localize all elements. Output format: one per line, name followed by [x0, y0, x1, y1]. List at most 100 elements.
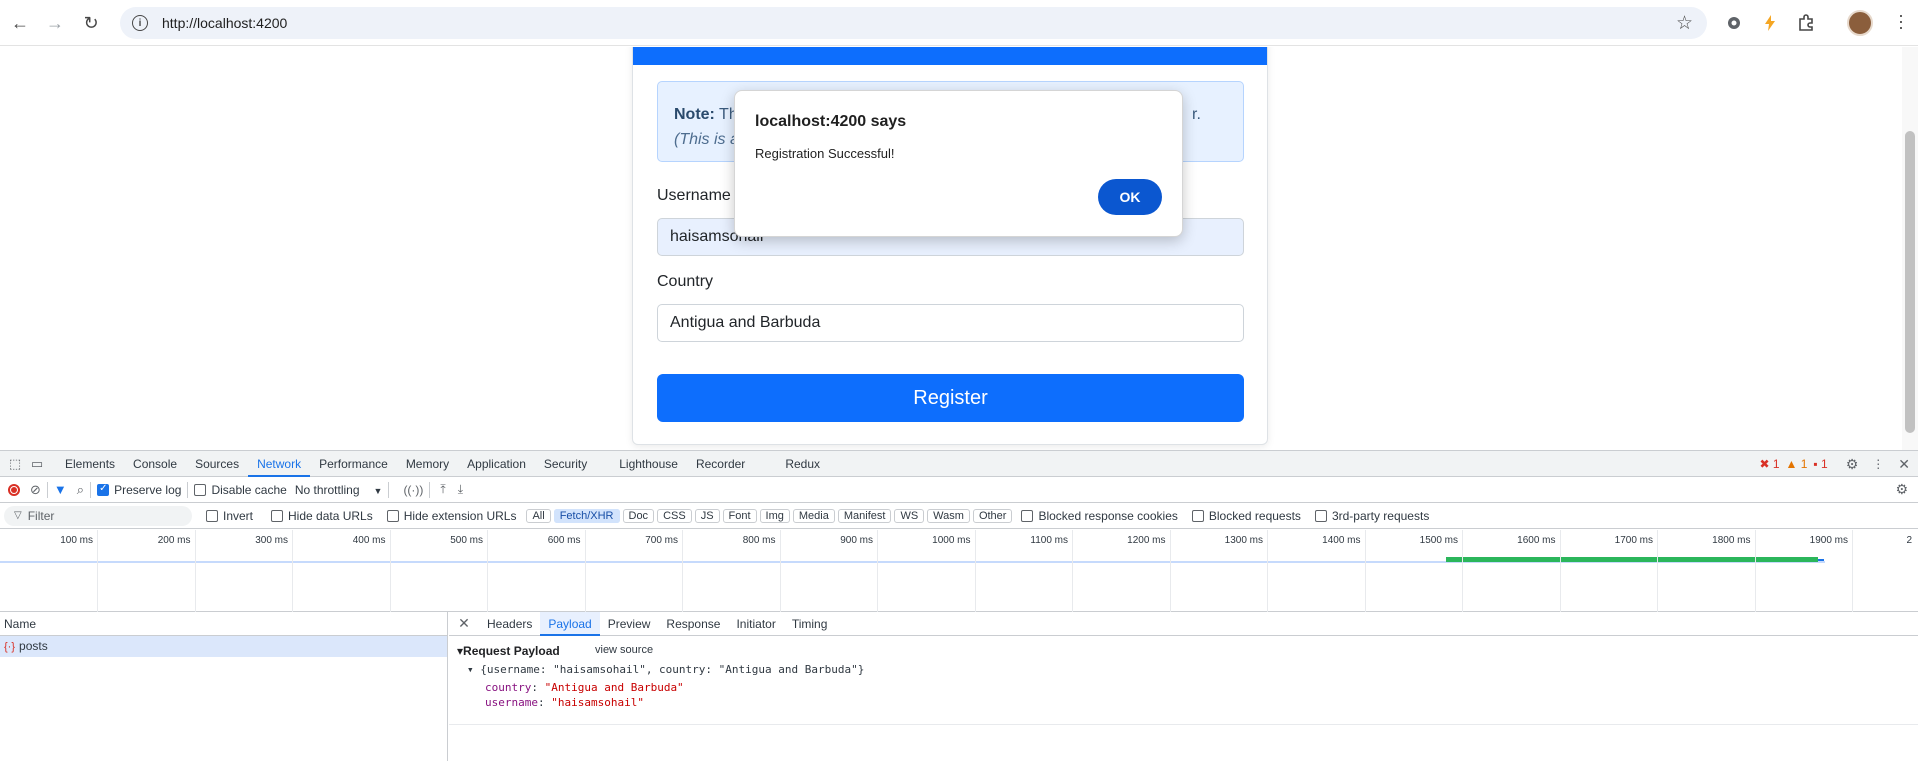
tab-network[interactable]: Network	[248, 451, 311, 477]
type-css[interactable]: CSS	[657, 508, 692, 523]
search-icon[interactable]: ⌕	[77, 482, 84, 498]
tab-headers[interactable]: Headers	[479, 612, 540, 636]
inspect-element-icon[interactable]: ⬚	[4, 451, 26, 477]
country-field[interactable]: Antigua and Barbuda	[657, 304, 1244, 342]
register-button[interactable]: Register	[657, 374, 1244, 422]
hide-extension-urls-checkbox[interactable]: Hide extension URLs	[386, 509, 516, 523]
disable-cache-checkbox[interactable]: Disable cache	[194, 483, 287, 497]
error-count[interactable]: ✖ 1	[1759, 457, 1779, 471]
tab-application[interactable]: Application	[458, 451, 535, 477]
filter-icon[interactable]: ▼	[54, 482, 67, 497]
disable-cache-box[interactable]	[194, 483, 207, 496]
record-icon[interactable]	[8, 483, 20, 496]
import-har-icon[interactable]: ⤒	[440, 482, 445, 497]
tab-security[interactable]: Security	[535, 451, 596, 477]
request-payload-header[interactable]: ▾Request Payload	[457, 644, 560, 658]
prop-key: country	[485, 681, 532, 694]
type-manifest[interactable]: Manifest	[837, 508, 892, 523]
blocked-requests-checkbox[interactable]: Blocked requests	[1191, 509, 1301, 523]
request-name: posts	[19, 639, 48, 653]
request-detail: ✕ Headers Payload Preview Response Initi…	[449, 611, 1918, 761]
info-icon[interactable]: i	[132, 15, 148, 31]
tab-sources[interactable]: Sources	[186, 451, 248, 477]
type-img[interactable]: Img	[759, 508, 790, 523]
type-ws[interactable]: WS	[894, 508, 925, 523]
hide-extension-urls-box[interactable]	[386, 509, 399, 522]
tab-memory[interactable]: Memory	[397, 451, 458, 477]
avatar[interactable]	[1847, 10, 1873, 36]
timeline-tick-label: 300 ms	[255, 535, 288, 546]
export-har-icon[interactable]: ⤓	[458, 482, 463, 497]
preserve-log-box[interactable]	[97, 483, 110, 496]
address-bar[interactable]: i http://localhost:4200 ☆	[120, 7, 1707, 39]
scroll-thumb[interactable]	[1905, 131, 1915, 433]
name-column-header[interactable]: Name	[0, 612, 447, 636]
blocked-cookies-checkbox[interactable]: Blocked response cookies	[1021, 509, 1178, 523]
clear-icon[interactable]: ⊘	[30, 482, 41, 498]
tab-payload[interactable]: Payload	[540, 611, 600, 636]
tab-console[interactable]: Console	[124, 451, 186, 477]
close-detail-icon[interactable]: ✕	[449, 615, 479, 632]
settings-icon[interactable]: ⚙	[1846, 456, 1859, 473]
back-icon[interactable]: ←	[6, 9, 34, 37]
type-fetch-xhr[interactable]: Fetch/XHR	[553, 508, 620, 523]
filter-input[interactable]: ▽ Filter	[4, 505, 192, 526]
close-devtools-icon[interactable]: ✕	[1898, 456, 1910, 473]
menu-icon[interactable]: · · ·	[1898, 6, 1904, 36]
device-toolbar-icon[interactable]: ▭	[26, 451, 48, 477]
type-other[interactable]: Other	[972, 508, 1013, 523]
hide-data-urls-checkbox[interactable]: Hide data URLs	[271, 509, 373, 523]
extension-gear-icon[interactable]	[1722, 11, 1746, 35]
payload-summary[interactable]: ▾ {username: "haisamsohail", country: "A…	[467, 663, 864, 676]
ok-button[interactable]: OK	[1098, 179, 1162, 215]
more-options-icon[interactable]: ⋮	[1872, 457, 1884, 471]
blocked-cookies-box[interactable]	[1021, 509, 1034, 522]
type-font[interactable]: Font	[722, 508, 757, 523]
network-timeline[interactable]: 100 ms 200 ms 300 ms 400 ms 500 ms 600 ms 700 …	[0, 530, 1918, 612]
tab-performance[interactable]: Performance	[310, 451, 397, 477]
hide-data-urls-box[interactable]	[271, 509, 284, 522]
throttling-select[interactable]: No throttling ▼	[295, 483, 383, 497]
view-source-link[interactable]: view source	[595, 644, 653, 656]
tab-redux[interactable]: Redux	[776, 451, 829, 477]
third-party-checkbox[interactable]: 3rd-party requests	[1314, 509, 1429, 523]
forward-icon[interactable]: →	[41, 9, 69, 37]
payload-prop-username: username: "haisamsohail"	[485, 696, 644, 709]
preserve-log-checkbox[interactable]: Preserve log	[97, 483, 181, 497]
tab-recorder[interactable]: Recorder	[687, 451, 754, 477]
type-wasm[interactable]: Wasm	[927, 508, 970, 523]
warning-count[interactable]: ▲ 1	[1786, 457, 1808, 471]
star-icon[interactable]: ☆	[1676, 12, 1693, 35]
network-conditions-icon[interactable]: ((·))	[403, 483, 423, 497]
invert-box[interactable]	[206, 509, 218, 522]
type-all[interactable]: All	[526, 508, 551, 523]
extension-bolt-icon[interactable]	[1758, 11, 1782, 35]
invert-checkbox[interactable]: Invert	[206, 509, 253, 523]
funnel-icon: ▽	[14, 510, 22, 521]
tab-lighthouse[interactable]: Lighthouse	[610, 451, 687, 477]
timeline-gridline	[487, 530, 488, 612]
tab-elements[interactable]: Elements	[56, 451, 124, 477]
tab-initiator[interactable]: Initiator	[728, 612, 783, 636]
issue-count[interactable]: ▪ 1	[1813, 457, 1827, 471]
invert-label: Invert	[223, 508, 254, 523]
timeline-tick-label: 900 ms	[840, 535, 873, 546]
third-party-box[interactable]	[1314, 509, 1327, 522]
reload-icon[interactable]: ↻	[77, 9, 105, 37]
tab-response[interactable]: Response	[658, 612, 728, 636]
type-js[interactable]: JS	[694, 508, 720, 523]
extensions-icon[interactable]	[1794, 11, 1818, 35]
tab-preview[interactable]: Preview	[600, 612, 659, 636]
timeline-tick-label: 1200 ms	[1127, 535, 1166, 546]
page-scrollbar[interactable]	[1902, 47, 1918, 450]
timeline-tick-label: 700 ms	[645, 535, 678, 546]
error-count-value: 1	[1772, 457, 1780, 471]
type-doc[interactable]: Doc	[622, 508, 655, 523]
timeline-gridline	[1657, 530, 1658, 612]
network-settings-icon[interactable]: ⚙	[1895, 481, 1908, 498]
request-row[interactable]: {·} posts	[0, 636, 447, 657]
blocked-requests-box[interactable]	[1191, 509, 1204, 522]
timeline-gridline	[292, 530, 293, 612]
type-media[interactable]: Media	[792, 508, 835, 523]
tab-timing[interactable]: Timing	[784, 612, 836, 636]
